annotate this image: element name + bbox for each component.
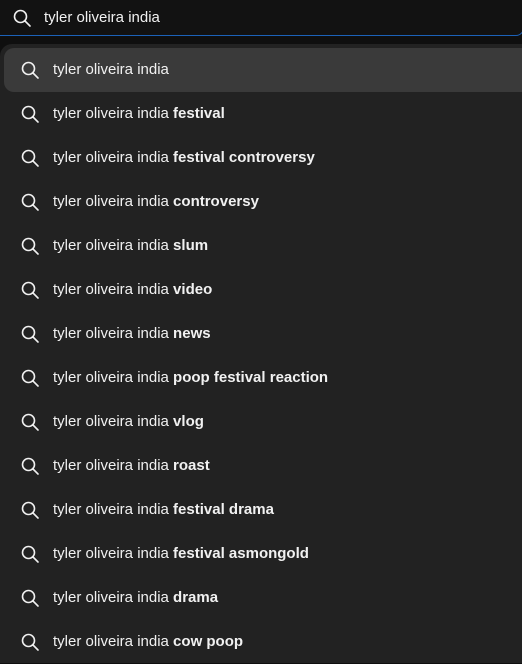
suggestion-text: tyler oliveira india [53, 60, 169, 80]
suggestion-query: tyler oliveira india [53, 61, 169, 78]
suggestion-query: tyler oliveira india [53, 325, 169, 342]
search-icon [20, 236, 40, 256]
suggestion-completion: controversy [168, 193, 259, 210]
suggestion-query: tyler oliveira india [53, 105, 169, 122]
suggestion-completion: vlog [168, 413, 204, 430]
suggestion-list: tyler oliveira india tyler oliveira india… [0, 48, 522, 664]
suggestion-text: tyler oliveira india controversy [53, 192, 259, 212]
suggestion-completion: poop festival reaction [168, 369, 329, 386]
suggestion-text: tyler oliveira india vlog [53, 412, 204, 432]
suggestion-text: tyler oliveira india slum [53, 236, 208, 256]
search-icon [20, 60, 40, 80]
suggestion-item[interactable]: tyler oliveira india vlog [0, 400, 522, 444]
search-icon [20, 104, 40, 124]
suggestion-text: tyler oliveira india drama [53, 588, 218, 608]
suggestion-query: tyler oliveira india [53, 501, 169, 518]
suggestion-text: tyler oliveira india festival [53, 104, 225, 124]
suggestion-query: tyler oliveira india [53, 193, 169, 210]
suggestion-item[interactable]: tyler oliveira india festival controvers… [0, 136, 522, 180]
suggestion-item[interactable]: tyler oliveira india controversy [0, 180, 522, 224]
suggestion-query: tyler oliveira india [53, 281, 169, 298]
search-icon [12, 8, 32, 28]
suggestion-item[interactable]: tyler oliveira india news [0, 312, 522, 356]
suggestion-completion: slum [168, 237, 209, 254]
suggestion-completion: festival drama [168, 501, 274, 518]
suggestion-text: tyler oliveira india festival controvers… [53, 148, 315, 168]
suggestion-query: tyler oliveira india [53, 369, 169, 386]
suggestion-item[interactable]: tyler oliveira india festival asmongold [0, 532, 522, 576]
search-input[interactable] [44, 8, 504, 28]
search-icon [20, 368, 40, 388]
suggestion-item[interactable]: tyler oliveira india video [0, 268, 522, 312]
suggestion-text: tyler oliveira india poop festival react… [53, 368, 328, 388]
suggestion-query: tyler oliveira india [53, 545, 169, 562]
suggestion-item[interactable]: tyler oliveira india roast [0, 444, 522, 488]
suggestion-query: tyler oliveira india [53, 413, 169, 430]
search-icon [20, 280, 40, 300]
search-icon [20, 632, 40, 652]
suggestion-text: tyler oliveira india roast [53, 456, 210, 476]
search-icon [20, 324, 40, 344]
suggestion-completion: festival asmongold [168, 545, 309, 562]
suggestion-text: tyler oliveira india news [53, 324, 211, 344]
search-icon [20, 456, 40, 476]
suggestion-completion: festival controversy [168, 149, 315, 166]
search-icon [20, 192, 40, 212]
suggestion-completion: festival [168, 105, 225, 122]
suggestion-query: tyler oliveira india [53, 457, 169, 474]
suggestion-text: tyler oliveira india festival asmongold [53, 544, 309, 564]
suggestion-item[interactable]: tyler oliveira india poop festival react… [0, 356, 522, 400]
suggestion-query: tyler oliveira india [53, 149, 169, 166]
suggestion-text: tyler oliveira india festival drama [53, 500, 274, 520]
search-icon [20, 544, 40, 564]
suggestion-text: tyler oliveira india cow poop [53, 632, 243, 652]
suggestion-item[interactable]: tyler oliveira india [4, 48, 522, 92]
suggestion-item[interactable]: tyler oliveira india festival [0, 92, 522, 136]
suggestion-query: tyler oliveira india [53, 633, 169, 650]
suggestion-query: tyler oliveira india [53, 237, 169, 254]
search-icon [20, 412, 40, 432]
suggestions-dropdown: tyler oliveira india tyler oliveira india… [0, 44, 522, 663]
search-bar[interactable] [0, 0, 522, 36]
suggestion-completion: news [168, 325, 211, 342]
suggestion-item[interactable]: tyler oliveira india drama [0, 576, 522, 620]
suggestion-completion: cow poop [168, 633, 244, 650]
search-icon [20, 148, 40, 168]
search-icon [20, 588, 40, 608]
suggestion-completion: drama [168, 589, 219, 606]
suggestion-text: tyler oliveira india video [53, 280, 212, 300]
suggestion-query: tyler oliveira india [53, 589, 169, 606]
suggestion-completion: roast [168, 457, 210, 474]
suggestion-item[interactable]: tyler oliveira india slum [0, 224, 522, 268]
search-icon [20, 500, 40, 520]
suggestion-item[interactable]: tyler oliveira india festival drama [0, 488, 522, 532]
suggestion-item[interactable]: tyler oliveira india cow poop [0, 620, 522, 664]
suggestion-completion: video [168, 281, 213, 298]
